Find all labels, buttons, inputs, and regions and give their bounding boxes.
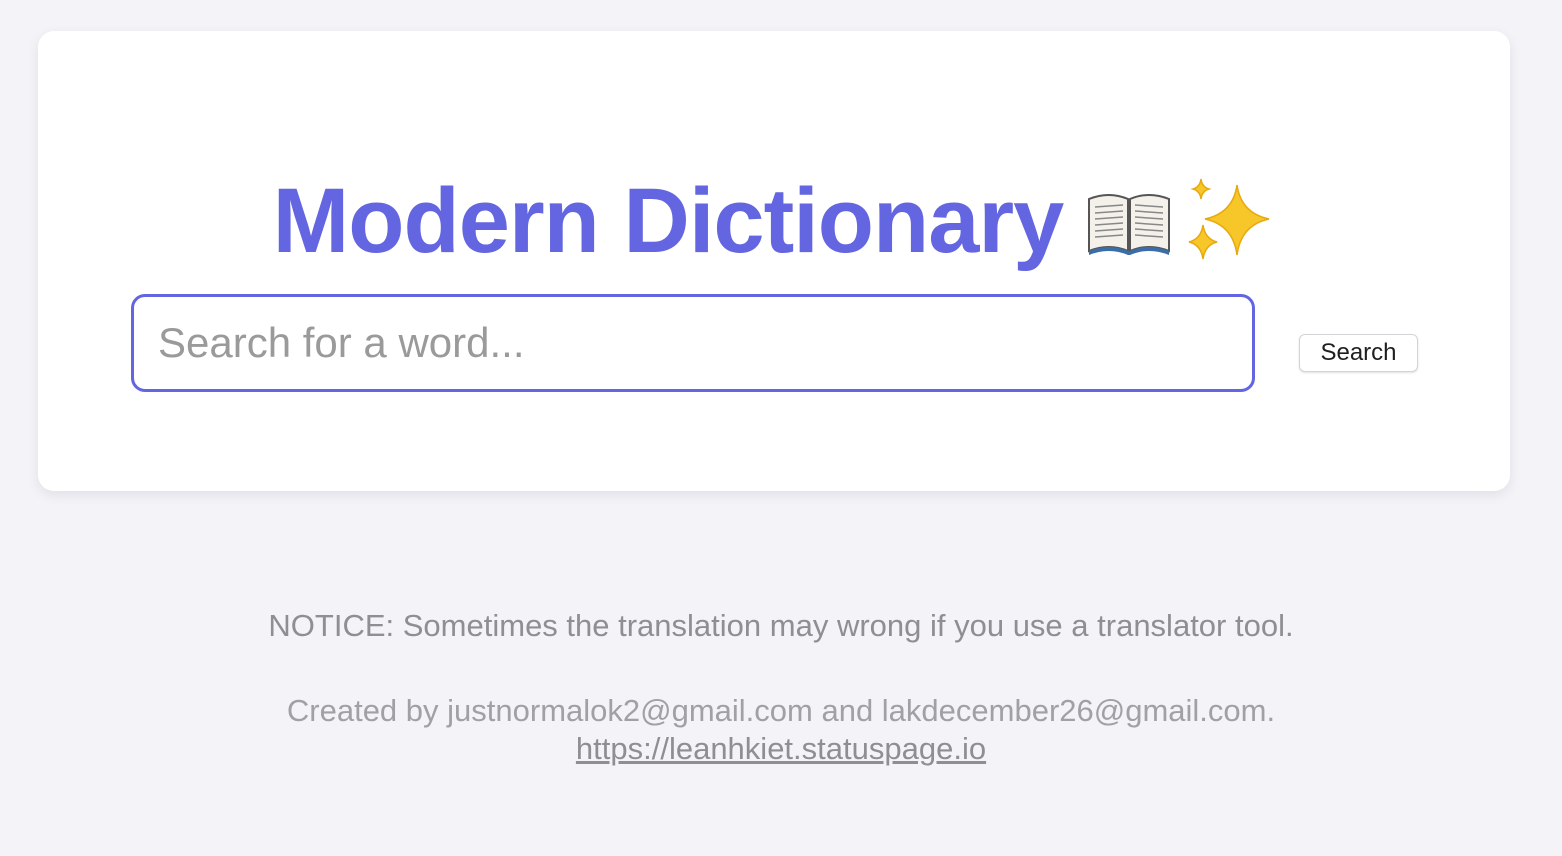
search-input[interactable]	[131, 294, 1255, 392]
notice-text: NOTICE: Sometimes the translation may wr…	[268, 608, 1294, 643]
credits: Created by justnormalok2@gmail.com and l…	[0, 692, 1562, 768]
title-icons	[1085, 177, 1275, 270]
page-title: Modern Dictionary	[272, 169, 1065, 272]
credits-text: Created by justnormalok2@gmail.com and l…	[286, 693, 1276, 728]
sparkles-icon	[1183, 177, 1275, 270]
open-book-icon	[1085, 185, 1173, 262]
statuspage-link[interactable]: https://leanhkiet.statuspage.io	[576, 731, 986, 766]
main-card: Modern Dictionary Search for a word... S…	[38, 31, 1510, 491]
title-row: Modern Dictionary	[38, 171, 1510, 270]
search-button[interactable]: Search	[1299, 334, 1418, 372]
